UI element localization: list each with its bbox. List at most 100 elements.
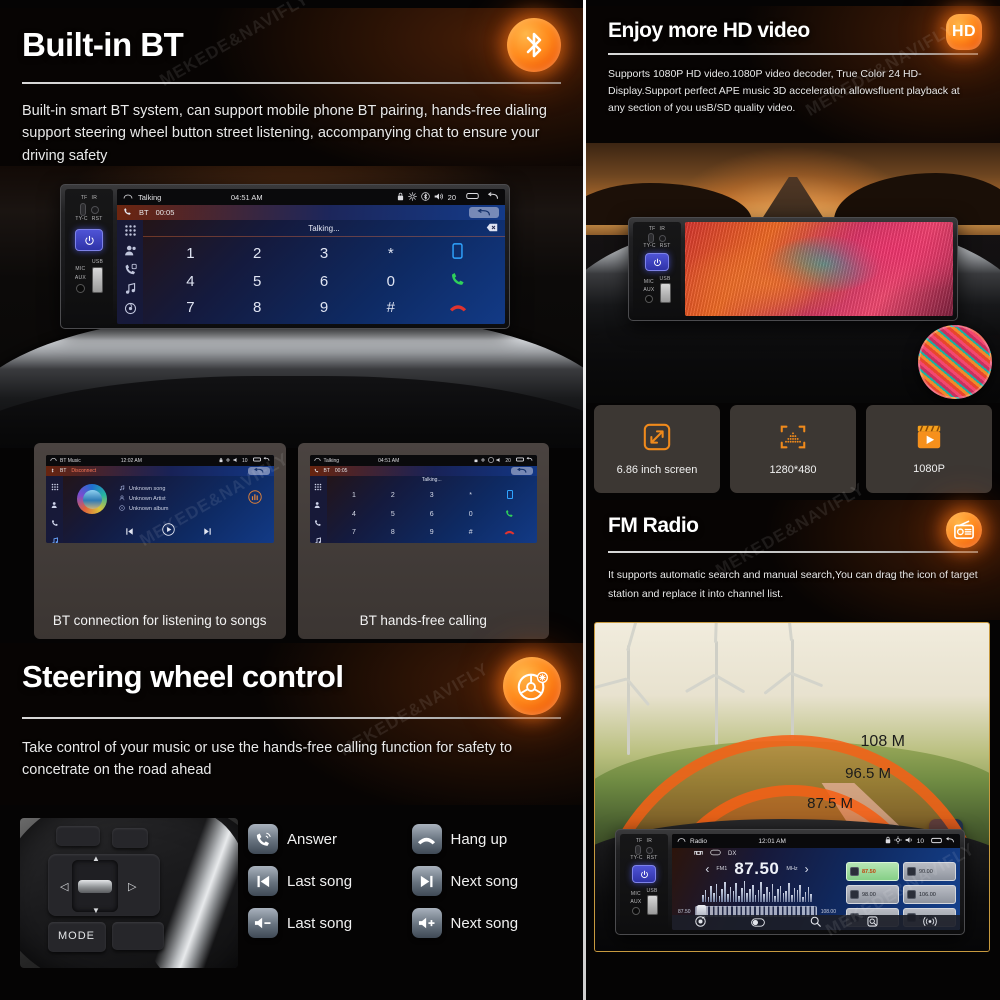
key-star[interactable]: *	[469, 492, 472, 499]
control-last-song[interactable]: Last song	[248, 866, 406, 896]
key-2[interactable]: 2	[391, 492, 395, 499]
contacts-icon[interactable]	[51, 496, 59, 514]
call-icon[interactable]	[450, 271, 466, 291]
previous-track-icon[interactable]	[125, 523, 134, 541]
phone-icon[interactable]	[452, 243, 463, 263]
key-8[interactable]: 8	[253, 299, 261, 316]
toggle-icon[interactable]	[751, 914, 765, 931]
key-4[interactable]: 4	[352, 511, 356, 518]
dx-badge-icon[interactable]	[710, 849, 721, 858]
key-3[interactable]: 3	[430, 492, 434, 499]
chevron-left-icon[interactable]: ‹	[705, 862, 709, 876]
key-2[interactable]: 2	[253, 245, 261, 262]
call-log-icon[interactable]	[51, 514, 59, 532]
control-label-last-song: Last song	[287, 872, 353, 890]
wheel-up-arrow-icon[interactable]: ▲	[92, 854, 100, 863]
play-icon[interactable]	[162, 523, 175, 541]
scan-icon[interactable]	[867, 914, 878, 931]
back-icon[interactable]	[487, 191, 499, 203]
wheel-down-arrow-icon[interactable]: ▼	[92, 906, 100, 915]
settings-icon[interactable]	[124, 302, 137, 320]
mini-keypad[interactable]: 1 2 3 * 4 5 6 0 7 8 9 #	[327, 476, 538, 543]
call-icon[interactable]	[505, 509, 514, 520]
control-answer[interactable]: Answer	[248, 824, 406, 854]
control-volume-down[interactable]: Last song	[248, 908, 406, 938]
key-7[interactable]: 7	[186, 299, 194, 316]
key-0[interactable]: 0	[387, 273, 395, 290]
music-icon[interactable]	[124, 282, 137, 300]
card-bt-music: BT Music 12:02 AM 10 BT Disconnect Unkno…	[34, 443, 286, 639]
key-9[interactable]: 9	[430, 529, 434, 536]
wheel-rocker[interactable]	[72, 860, 118, 912]
key-7[interactable]: 7	[352, 529, 356, 536]
phone-icon[interactable]	[506, 490, 513, 501]
key-8[interactable]: 8	[391, 529, 395, 536]
back-icon[interactable]	[263, 457, 270, 464]
back-icon[interactable]	[945, 836, 955, 846]
port-label-ir: IR	[659, 226, 666, 232]
call-log-icon[interactable]	[314, 514, 322, 532]
key-3[interactable]: 3	[320, 245, 328, 262]
preset-button-3[interactable]: 98.00	[846, 885, 899, 904]
equalizer-icon[interactable]	[247, 489, 262, 509]
wheel-right-arrow-icon[interactable]: ▷	[128, 880, 136, 893]
power-icon[interactable]	[645, 253, 669, 271]
preset-button-2[interactable]: 90.00	[903, 862, 956, 881]
tune-dial-icon[interactable]	[694, 914, 706, 931]
spec-cards: 6.86 inch screen 1280*480 1080P	[586, 405, 1000, 493]
key-5[interactable]: 5	[391, 511, 395, 518]
back-icon[interactable]	[526, 457, 533, 464]
hangup-icon[interactable]	[449, 299, 467, 316]
power-icon[interactable]	[75, 229, 103, 251]
key-1[interactable]: 1	[186, 245, 194, 262]
keypad-icon[interactable]	[124, 224, 137, 242]
contacts-icon[interactable]	[124, 244, 137, 262]
wheel-button-mute[interactable]	[112, 828, 148, 848]
key-6[interactable]: 6	[430, 511, 434, 518]
wheel-button-top-left[interactable]	[56, 826, 100, 846]
key-1[interactable]: 1	[352, 492, 356, 499]
backspace-icon[interactable]	[486, 223, 498, 234]
next-track-icon[interactable]	[203, 523, 212, 541]
mini-content: Unknown song Unknown Artist Unknown albu…	[46, 476, 274, 543]
key-hash[interactable]: #	[469, 529, 473, 536]
wheel-button-phone[interactable]	[112, 922, 164, 950]
track-meta-album: Unknown album	[119, 505, 168, 513]
music-icon[interactable]	[314, 532, 322, 543]
key-hash[interactable]: #	[387, 299, 395, 316]
divider-rule	[608, 53, 978, 55]
key-star[interactable]: *	[388, 245, 394, 262]
control-next-song[interactable]: Next song	[411, 866, 570, 896]
chevron-right-icon[interactable]: ›	[805, 862, 809, 876]
power-icon[interactable]	[632, 865, 656, 883]
wheel-left-arrow-icon[interactable]: ◁	[60, 880, 68, 893]
port-label-rst: RST	[91, 216, 103, 222]
key-0[interactable]: 0	[469, 511, 473, 518]
search-icon[interactable]	[810, 914, 822, 931]
return-icon[interactable]	[247, 467, 270, 475]
return-icon[interactable]	[511, 467, 533, 475]
key-5[interactable]: 5	[253, 273, 261, 290]
control-volume-up[interactable]: Next song	[411, 908, 570, 938]
fm-radio-section: FM Radio It supports automatic search an…	[586, 500, 1000, 620]
port-label-tf: TF	[635, 838, 643, 844]
hangup-icon[interactable]	[504, 529, 515, 537]
call-log-icon[interactable]	[124, 263, 137, 281]
dialer-keypad[interactable]: 1 2 3 * 4 5 6 0 7 8 9 #	[143, 237, 505, 324]
control-label-next-song: Next song	[450, 872, 519, 890]
control-hangup[interactable]: Hang up	[411, 824, 570, 854]
lock-icon	[885, 836, 891, 846]
keypad-icon[interactable]	[51, 478, 59, 496]
radio-time: 12:01 AM	[758, 837, 786, 845]
key-6[interactable]: 6	[320, 273, 328, 290]
key-4[interactable]: 4	[186, 273, 194, 290]
contacts-icon[interactable]	[314, 496, 322, 514]
key-9[interactable]: 9	[320, 299, 328, 316]
keypad-icon[interactable]	[314, 478, 322, 496]
music-icon[interactable]	[51, 532, 59, 543]
preset-button-1[interactable]: 87.50	[846, 862, 899, 881]
broadcast-icon[interactable]	[923, 914, 938, 931]
preset-button-4[interactable]: 106.00	[903, 885, 956, 904]
radio-screen: Radio 12:01 AM 10 DX ‹ FM1 87.50 MHz › 8…	[672, 834, 960, 930]
return-icon[interactable]	[469, 207, 499, 218]
